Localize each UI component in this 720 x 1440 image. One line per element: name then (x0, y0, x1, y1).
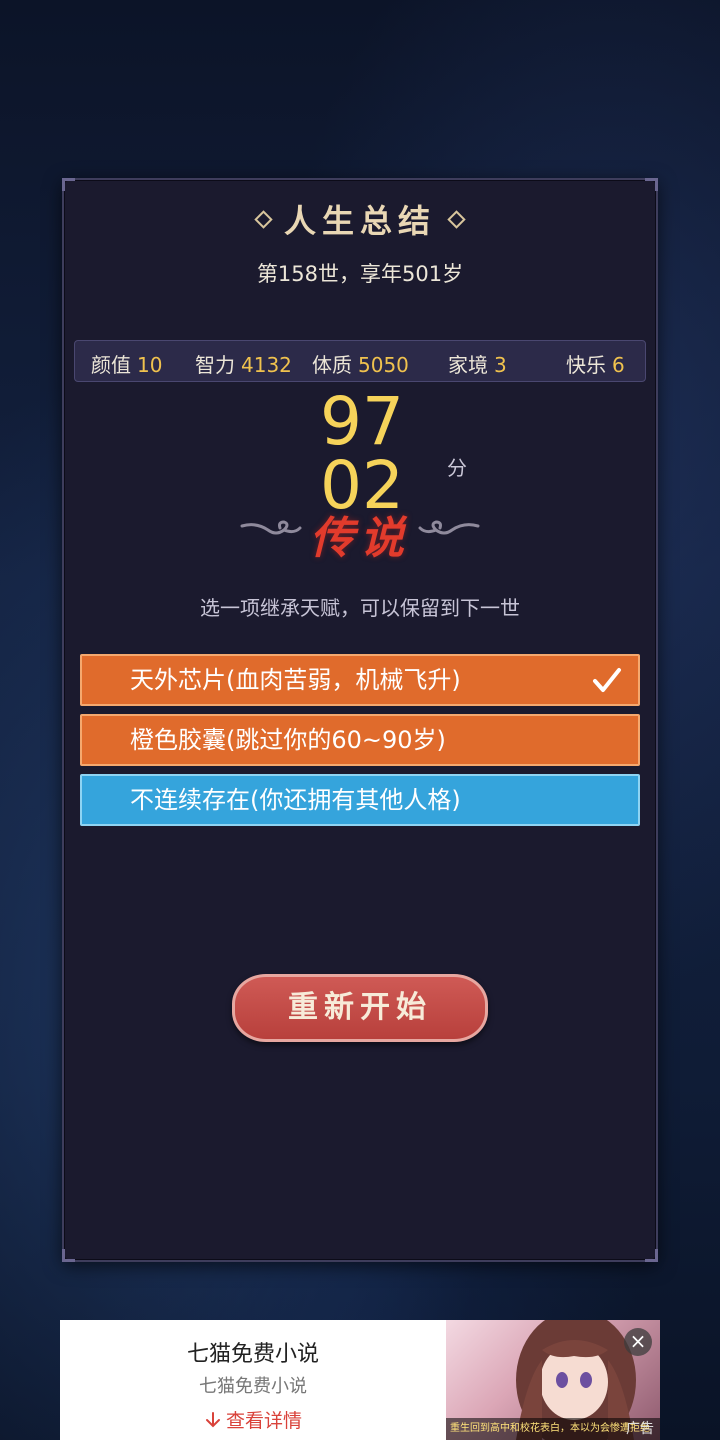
stat-value: 5050 (358, 353, 409, 377)
stat-label: 快乐 (566, 353, 606, 377)
stat-constitution: 体质 5050 (312, 349, 409, 378)
stat-label: 颜值 (91, 353, 131, 377)
talent-option-chip[interactable]: 天外芯片(血肉苦弱，机械飞升) (80, 654, 640, 706)
restart-button[interactable]: 重新开始 (232, 974, 488, 1042)
ad-cta-label: 查看详情 (225, 1410, 302, 1432)
ad-label: 广告 (626, 1421, 654, 1437)
download-arrow-icon (205, 1412, 220, 1428)
summary-title: 人生总结 (0, 196, 720, 242)
stat-intelligence: 智力 4132 (195, 349, 292, 378)
talent-option-label: 不连续存在(你还拥有其他人格) (130, 786, 461, 814)
talent-option-label: 天外芯片(血肉苦弱，机械飞升) (130, 666, 461, 694)
ad-close-button[interactable]: × (624, 1328, 652, 1356)
ad-image[interactable]: × 重生回到高中和校花表白，本以为会惨遭拒绝 广告 (446, 1320, 660, 1440)
stat-label: 体质 (312, 353, 352, 377)
stat-value: 3 (494, 353, 507, 377)
stat-looks: 颜值 10 (91, 349, 162, 378)
summary-title-text: 人生总结 (283, 202, 436, 240)
stat-label: 家境 (448, 353, 488, 377)
diamond-icon (254, 210, 273, 229)
score-unit: 分 (447, 456, 467, 480)
panel-corner (62, 178, 75, 191)
stats-bar: 颜值 10 智力 4132 体质 5050 家境 3 快乐 6 (74, 340, 646, 382)
stat-value: 4132 (241, 353, 292, 377)
panel-corner (645, 178, 658, 191)
ad-title: 七猫免费小说 (186, 1342, 319, 1367)
stat-value: 6 (612, 353, 625, 377)
talent-option-discontinuous[interactable]: 不连续存在(你还拥有其他人格) (80, 774, 640, 826)
stat-value: 10 (137, 353, 163, 377)
diamond-icon (447, 210, 466, 229)
panel-corner (62, 1249, 75, 1262)
stat-family: 家境 3 (448, 349, 507, 378)
check-icon (593, 668, 621, 692)
ad-subtitle: 七猫免费小说 (199, 1376, 307, 1397)
rank-badge: 传说 (240, 500, 480, 564)
stat-label: 智力 (195, 353, 235, 377)
inherit-hint: 选一项继承天赋，可以保留到下一世 (200, 596, 520, 620)
life-info: 第158世，享年501岁 (256, 262, 464, 286)
total-score: 9702 (320, 383, 404, 524)
cloud-ornament-right-icon (418, 520, 480, 535)
panel-corner (645, 1249, 658, 1262)
ad-banner[interactable]: 七猫免费小说 七猫免费小说 查看详情 × 重生回到高中和校花表白，本以为会惨遭拒… (60, 1320, 660, 1440)
stat-happiness: 快乐 6 (566, 349, 625, 378)
ad-details-link[interactable]: 查看详情 (60, 1406, 446, 1433)
talent-option-label: 橙色胶囊(跳过你的60~90岁) (130, 726, 446, 754)
talent-option-capsule[interactable]: 橙色胶囊(跳过你的60~90岁) (80, 714, 640, 766)
